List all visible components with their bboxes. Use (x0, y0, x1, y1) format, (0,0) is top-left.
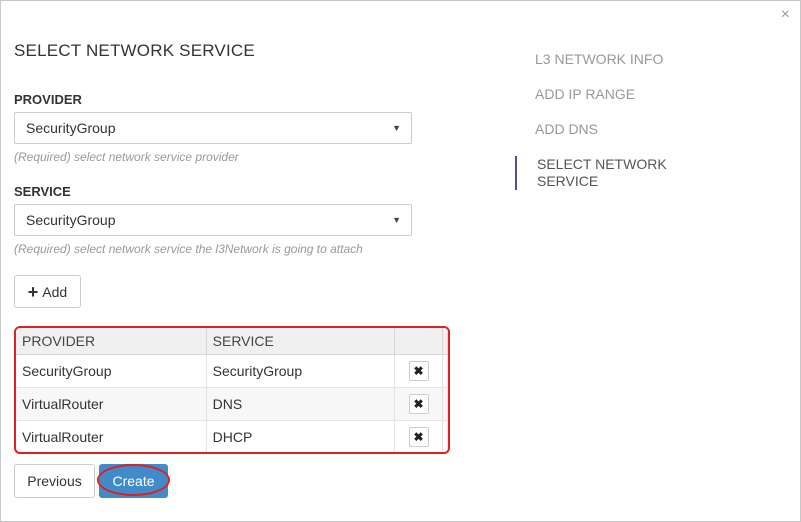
dropdown-arrow-icon: ▼ (392, 215, 401, 225)
step-l3-network-info[interactable]: L3 NETWORK INFO (515, 51, 715, 67)
close-icon[interactable]: × (781, 7, 790, 23)
column-header-spacer (442, 328, 448, 355)
cell-spacer (442, 387, 448, 421)
select-network-service-dialog: × SELECT NETWORK SERVICE PROVIDER Securi… (0, 0, 801, 522)
cell-provider: SecurityGroup (16, 354, 207, 388)
add-button[interactable]: + Add (14, 275, 81, 308)
dropdown-arrow-icon: ▼ (392, 123, 401, 133)
delete-row-button[interactable]: ✖ (408, 361, 429, 381)
table-row: VirtualRouter DHCP ✖ (16, 420, 448, 452)
provider-select-value: SecurityGroup (26, 120, 116, 136)
provider-hint: (Required) select network service provid… (14, 150, 239, 164)
close-icon: ✖ (413, 430, 424, 444)
cell-service: DNS (206, 387, 396, 421)
table-row: SecurityGroup SecurityGroup ✖ (16, 354, 448, 388)
service-select-value: SecurityGroup (26, 212, 116, 228)
column-header-actions (394, 328, 443, 355)
step-add-ip-range[interactable]: ADD IP RANGE (515, 86, 715, 102)
add-button-label: Add (42, 283, 68, 300)
network-service-table: PROVIDER SERVICE SecurityGroup SecurityG… (14, 326, 450, 454)
wizard-steps: L3 NETWORK INFO ADD IP RANGE ADD DNS SEL… (515, 51, 715, 209)
cell-service: SecurityGroup (206, 354, 396, 388)
close-icon: ✖ (413, 364, 424, 378)
service-select[interactable]: SecurityGroup ▼ (14, 204, 412, 236)
cell-actions: ✖ (394, 387, 443, 421)
create-button[interactable]: Create (99, 464, 168, 498)
cell-actions: ✖ (394, 420, 443, 452)
cell-spacer (442, 420, 448, 452)
previous-button[interactable]: Previous (14, 464, 95, 498)
dialog-title: SELECT NETWORK SERVICE (14, 41, 255, 60)
step-select-network-service[interactable]: SELECT NETWORK SERVICE (515, 156, 687, 190)
provider-label: PROVIDER (14, 92, 82, 107)
step-add-dns[interactable]: ADD DNS (515, 121, 715, 137)
cell-actions: ✖ (394, 354, 443, 388)
column-header-provider[interactable]: PROVIDER (16, 328, 207, 355)
column-header-service[interactable]: SERVICE (206, 328, 396, 355)
cell-service: DHCP (206, 420, 396, 452)
table-header-row: PROVIDER SERVICE (16, 328, 448, 355)
service-hint: (Required) select network service the l3… (14, 242, 363, 256)
service-label: SERVICE (14, 184, 71, 199)
delete-row-button[interactable]: ✖ (408, 394, 429, 414)
provider-select[interactable]: SecurityGroup ▼ (14, 112, 412, 144)
plus-icon: + (27, 281, 39, 302)
close-icon: ✖ (413, 397, 424, 411)
table-row: VirtualRouter DNS ✖ (16, 387, 448, 421)
cell-provider: VirtualRouter (16, 420, 207, 452)
delete-row-button[interactable]: ✖ (408, 427, 429, 447)
cell-provider: VirtualRouter (16, 387, 207, 421)
cell-spacer (442, 354, 448, 388)
